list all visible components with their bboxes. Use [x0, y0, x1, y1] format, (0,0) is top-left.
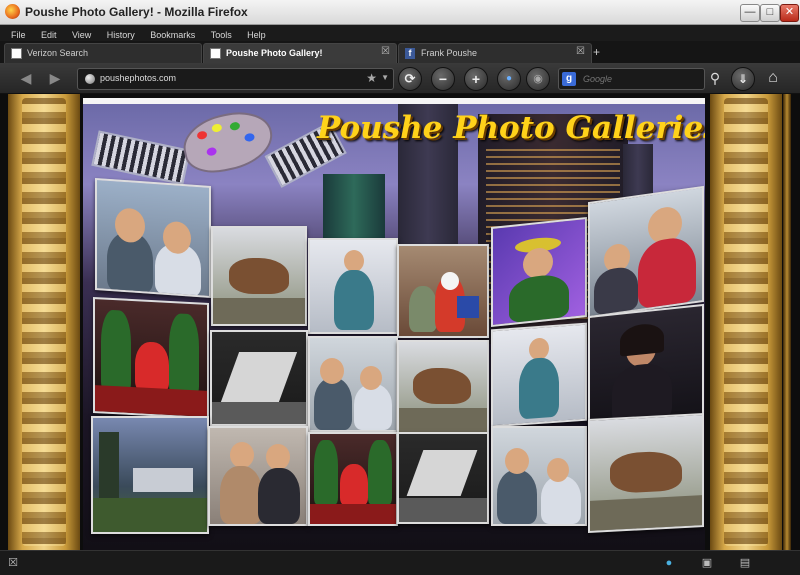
addon-icon[interactable]: ● — [497, 67, 521, 91]
ornament-pattern — [724, 98, 768, 546]
close-tab-icon[interactable]: ☒ — [381, 46, 390, 57]
close-tab-icon[interactable]: ☒ — [576, 46, 585, 57]
gallery-photo[interactable] — [93, 296, 209, 420]
menu-history[interactable]: History — [107, 30, 135, 40]
bookmark-star-icon[interactable]: ★ — [366, 71, 377, 85]
menu-tools[interactable]: Tools — [211, 30, 232, 40]
gallery-photo[interactable] — [95, 177, 211, 299]
status-globe-icon[interactable]: ● — [662, 556, 676, 570]
menu-view[interactable]: View — [72, 30, 91, 40]
zoom-in-button[interactable]: + — [464, 67, 488, 91]
menu-edit[interactable]: Edit — [41, 30, 57, 40]
tab-frank-poushe[interactable]: f Frank Poushe ☒ — [398, 43, 592, 63]
globe-icon — [85, 74, 95, 84]
addon-mask-icon[interactable]: ◉ — [526, 67, 550, 91]
tab-poushe-photo-gallery[interactable]: Poushe Photo Gallery! ☒ — [203, 43, 397, 63]
gallery-photo[interactable] — [397, 340, 489, 434]
gallery-photo[interactable] — [588, 412, 704, 534]
search-icon[interactable]: ⚲ — [706, 69, 724, 87]
page-icon — [11, 48, 22, 59]
tab-label: Poushe Photo Gallery! — [226, 48, 323, 58]
left-gold-frame — [8, 94, 80, 550]
film-strip-graphic — [91, 130, 191, 186]
menu-file[interactable]: File — [11, 30, 26, 40]
menu-bar: File Edit View History Bookmarks Tools H… — [0, 25, 800, 41]
right-gold-frame — [710, 94, 782, 550]
status-close-icon[interactable]: ☒ — [6, 556, 20, 570]
tab-label: Frank Poushe — [421, 48, 478, 58]
gallery-photo[interactable] — [208, 426, 308, 526]
firefox-logo-icon — [5, 4, 20, 19]
gallery-photo[interactable] — [211, 226, 307, 326]
gallery-photo[interactable] — [308, 432, 398, 526]
title-bar: Poushe Photo Gallery! - Mozilla Firefox … — [0, 0, 800, 25]
navigation-bar: ◀ ▶ poushephotos.com ★ ▼ ⟳ − + ● ◉ g ⚲ ⇓… — [0, 63, 800, 94]
home-icon[interactable]: ⌂ — [764, 69, 782, 87]
downloads-icon[interactable]: ⇓ — [731, 67, 755, 91]
search-bar[interactable]: g — [558, 68, 705, 90]
gallery-photo[interactable] — [491, 322, 587, 428]
url-bar[interactable]: poushephotos.com ★ ▼ — [77, 68, 394, 90]
new-tab-button[interactable]: + — [593, 45, 600, 59]
tab-verizon-search[interactable]: Verizon Search — [4, 43, 202, 63]
gallery-photo[interactable] — [397, 432, 489, 524]
page-icon — [210, 48, 221, 59]
minimize-button[interactable]: — — [740, 4, 760, 22]
ornament-pattern — [22, 98, 66, 546]
search-input[interactable] — [581, 71, 700, 87]
gallery-photo[interactable] — [210, 330, 308, 426]
browser-window: Poushe Photo Gallery! - Mozilla Firefox … — [0, 0, 800, 575]
google-icon: g — [562, 72, 576, 86]
reload-button[interactable]: ⟳ — [398, 67, 422, 91]
gallery-photo[interactable] — [397, 244, 489, 338]
facebook-icon: f — [405, 48, 415, 59]
gallery-photo[interactable] — [308, 336, 398, 432]
tab-label: Verizon Search — [27, 48, 89, 58]
gallery-photo[interactable] — [308, 238, 398, 334]
status-monitor-icon[interactable]: ▣ — [700, 556, 714, 570]
gallery-banner: Poushe Photo Galleries — [317, 110, 705, 146]
back-button[interactable]: ◀ — [16, 68, 36, 88]
paint-palette-graphic — [178, 105, 278, 179]
photo-gallery: Poushe Photo Galleries — [83, 104, 705, 550]
close-button[interactable]: ✕ — [780, 4, 799, 22]
zoom-out-button[interactable]: − — [431, 67, 455, 91]
gallery-photo[interactable] — [588, 185, 704, 319]
gallery-photo[interactable] — [588, 303, 704, 431]
gallery-photo[interactable] — [491, 216, 587, 328]
menu-bookmarks[interactable]: Bookmarks — [150, 30, 195, 40]
tab-bar: Verizon Search Poushe Photo Gallery! ☒ f… — [0, 41, 800, 63]
maximize-button[interactable]: □ — [760, 4, 780, 22]
status-addon-icon[interactable]: ▤ — [738, 556, 752, 570]
url-text: poushephotos.com — [100, 73, 177, 83]
page-content: Poushe Photo Galleries — [0, 94, 800, 550]
window-title: Poushe Photo Gallery! - Mozilla Firefox — [25, 5, 248, 19]
chevron-down-icon[interactable]: ▼ — [381, 73, 389, 82]
gallery-photo[interactable] — [491, 426, 587, 526]
status-bar: ☒ ● ▣ ▤ — [0, 550, 800, 575]
gallery-photo[interactable] — [91, 416, 209, 534]
menu-help[interactable]: Help — [247, 30, 266, 40]
right-frame-edge — [783, 94, 791, 550]
forward-button[interactable]: ▶ — [45, 68, 65, 88]
